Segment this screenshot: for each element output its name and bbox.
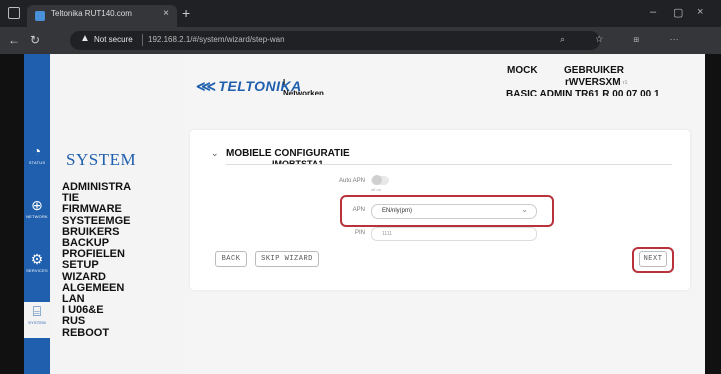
globe-icon: ⊕: [31, 197, 43, 213]
close-window-icon[interactable]: ×: [697, 6, 703, 18]
url-separator: [142, 34, 143, 46]
minimize-icon[interactable]: –: [650, 6, 656, 18]
auto-apn-toggle[interactable]: off on: [371, 175, 389, 192]
back-button[interactable]: BACK: [215, 251, 247, 267]
back-arrow-icon[interactable]: ←: [8, 33, 20, 47]
card-title: MOBIELE CONFIGURATIE: [226, 148, 350, 159]
apn-value: EN/nly(pm): [382, 208, 413, 214]
nav-item-network[interactable]: ⊕ NETWORK: [24, 196, 50, 232]
nav-item-label: SERVICES: [26, 268, 48, 273]
browser-tab[interactable]: Teltonika RUT140.com ×: [27, 5, 177, 27]
nav-item-label: STATUS: [28, 160, 46, 165]
chevron-down-icon: ⌄: [521, 205, 528, 214]
sidebar-item-setup[interactable]: SETUP: [62, 260, 177, 271]
device-name: rWVERSXM: [565, 77, 621, 88]
device-extra: r1: [623, 80, 628, 86]
next-button[interactable]: NEXT: [639, 251, 667, 267]
divider: [226, 164, 672, 165]
sidebar-item-reboot[interactable]: REBOOT: [62, 327, 177, 339]
nav-item-label: SYSTEM: [28, 320, 46, 325]
skip-wizard-button[interactable]: SKIP WIZARD: [255, 251, 319, 267]
logo-mark-icon: ⋘: [196, 78, 217, 94]
url-field[interactable]: ▲ Not secure 192.168.2.1/#/system/wizard…: [70, 31, 600, 50]
auto-apn-label: Auto APN: [338, 178, 365, 184]
user-label[interactable]: GEBRUIKER: [564, 65, 624, 76]
window-menu-icon[interactable]: [8, 7, 20, 19]
sidebar-item-firmware[interactable]: FIRMWARE: [62, 204, 177, 215]
gear-icon: ⚙: [30, 251, 44, 267]
speedometer-icon: ◔: [32, 143, 42, 159]
not-secure-label: Not secure: [94, 35, 133, 44]
maximize-icon[interactable]: ▢: [673, 6, 683, 19]
logo-tagline: Networken: [283, 89, 324, 95]
firmware-version: BASIC ADMIN TR61 R 00 07 00 1: [506, 89, 660, 96]
toggle-knob: [372, 175, 382, 185]
toggle-state-text: off on: [371, 187, 381, 192]
browser-toolbar-icons[interactable]: ⌕ ☆ ⊞ ⋯: [560, 34, 693, 45]
apn-select[interactable]: EN/nly(pm) ⌄: [371, 204, 537, 219]
sidebar-title: SYSTEM: [66, 150, 137, 169]
nav-item-label: NETWORK: [26, 214, 48, 219]
window-edge: [0, 54, 24, 374]
sidebar-menu: ADMINISTRA TIE FIRMWARE SYSTEEMGE BRUIKE…: [62, 181, 177, 339]
nav-item-services[interactable]: ⚙ SERVICES: [24, 250, 50, 286]
apn-label: APN: [352, 207, 365, 213]
pin-input[interactable]: 1111: [371, 227, 537, 241]
tab-bar: Teltonika RUT140.com × + – ▢ ×: [0, 0, 721, 27]
nav-item-status[interactable]: ◔ STATUS: [24, 142, 50, 178]
sidebar-item-administration[interactable]: ADMINISTRA: [62, 181, 177, 193]
sidebar-item-rus[interactable]: RUS: [62, 316, 177, 327]
window-edge-right: [705, 54, 721, 374]
mock-label: MOCK: [507, 65, 538, 76]
address-bar: ← ↻ ▲ Not secure 192.168.2.1/#/system/wi…: [0, 27, 721, 54]
new-tab-icon[interactable]: +: [182, 5, 190, 21]
favicon-icon: [35, 11, 45, 21]
pin-label: PIN: [354, 230, 365, 236]
code-icon: ⌸: [32, 303, 42, 319]
logo-subtitle: I: [283, 78, 286, 87]
warning-icon: ▲: [80, 33, 90, 44]
reload-icon[interactable]: ↻: [30, 33, 40, 47]
nav-item-system[interactable]: ⌸ SYSTEM: [24, 302, 50, 338]
url-text: 192.168.2.1/#/system/wizard/step-wan: [148, 35, 285, 44]
close-tab-icon[interactable]: ×: [163, 8, 169, 19]
pin-value: 1111: [382, 231, 393, 237]
tab-title: Teltonika RUT140.com: [51, 9, 132, 18]
chevron-down-icon[interactable]: ⌄: [211, 148, 219, 159]
